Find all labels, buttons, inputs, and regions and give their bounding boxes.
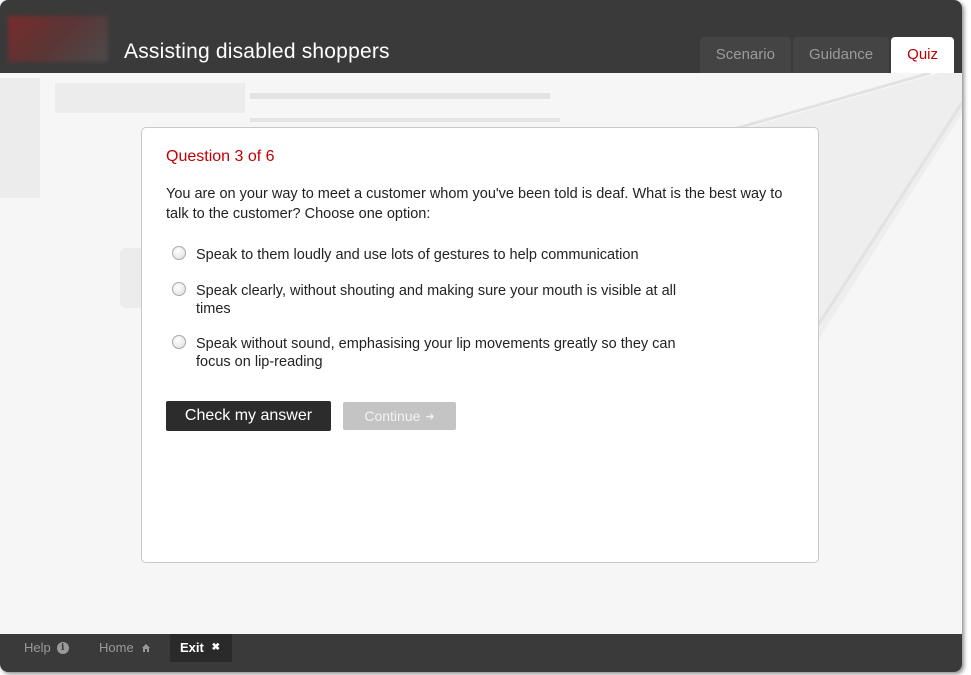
- continue-button[interactable]: Continue ➜: [343, 402, 456, 430]
- home-label: Home: [99, 640, 134, 655]
- tab-bar: Scenario Guidance Quiz: [699, 37, 954, 73]
- tab-guidance[interactable]: Guidance: [792, 37, 890, 73]
- logo: [8, 16, 108, 62]
- radio-button[interactable]: [172, 335, 186, 349]
- close-icon: ✖: [211, 642, 221, 653]
- quiz-card: Question 3 of 6 You are on your way to m…: [141, 127, 819, 563]
- exit-button[interactable]: Exit ✖: [170, 634, 232, 662]
- home-button[interactable]: Home: [99, 634, 152, 662]
- info-icon: i: [56, 642, 69, 654]
- answer-option-label: Speak without sound, emphasising your li…: [196, 336, 676, 370]
- answer-option-label: Speak clearly, without shouting and maki…: [196, 283, 677, 317]
- exit-label: Exit: [180, 640, 204, 655]
- radio-button[interactable]: [172, 246, 186, 260]
- help-label: Help: [24, 640, 51, 655]
- tab-quiz[interactable]: Quiz: [891, 37, 954, 73]
- check-answer-button[interactable]: Check my answer: [166, 401, 331, 431]
- tab-scenario[interactable]: Scenario: [699, 37, 791, 73]
- answer-option-label: Speak to them loudly and use lots of ges…: [196, 247, 639, 263]
- page-title: Assisting disabled shoppers: [124, 40, 390, 63]
- footer-bar: Help i Home Exit ✖: [0, 634, 962, 672]
- app-window: Assisting disabled shoppers Scenario Gui…: [0, 0, 962, 672]
- home-icon: [140, 642, 152, 654]
- radio-button[interactable]: [172, 282, 186, 296]
- arrow-right-icon: ➜: [425, 410, 435, 423]
- help-button[interactable]: Help i: [24, 634, 69, 662]
- question-number: Question 3 of 6: [166, 148, 275, 165]
- continue-label: Continue: [364, 408, 421, 424]
- question-text: You are on your way to meet a customer w…: [166, 186, 783, 222]
- header-bar: Assisting disabled shoppers Scenario Gui…: [0, 0, 962, 73]
